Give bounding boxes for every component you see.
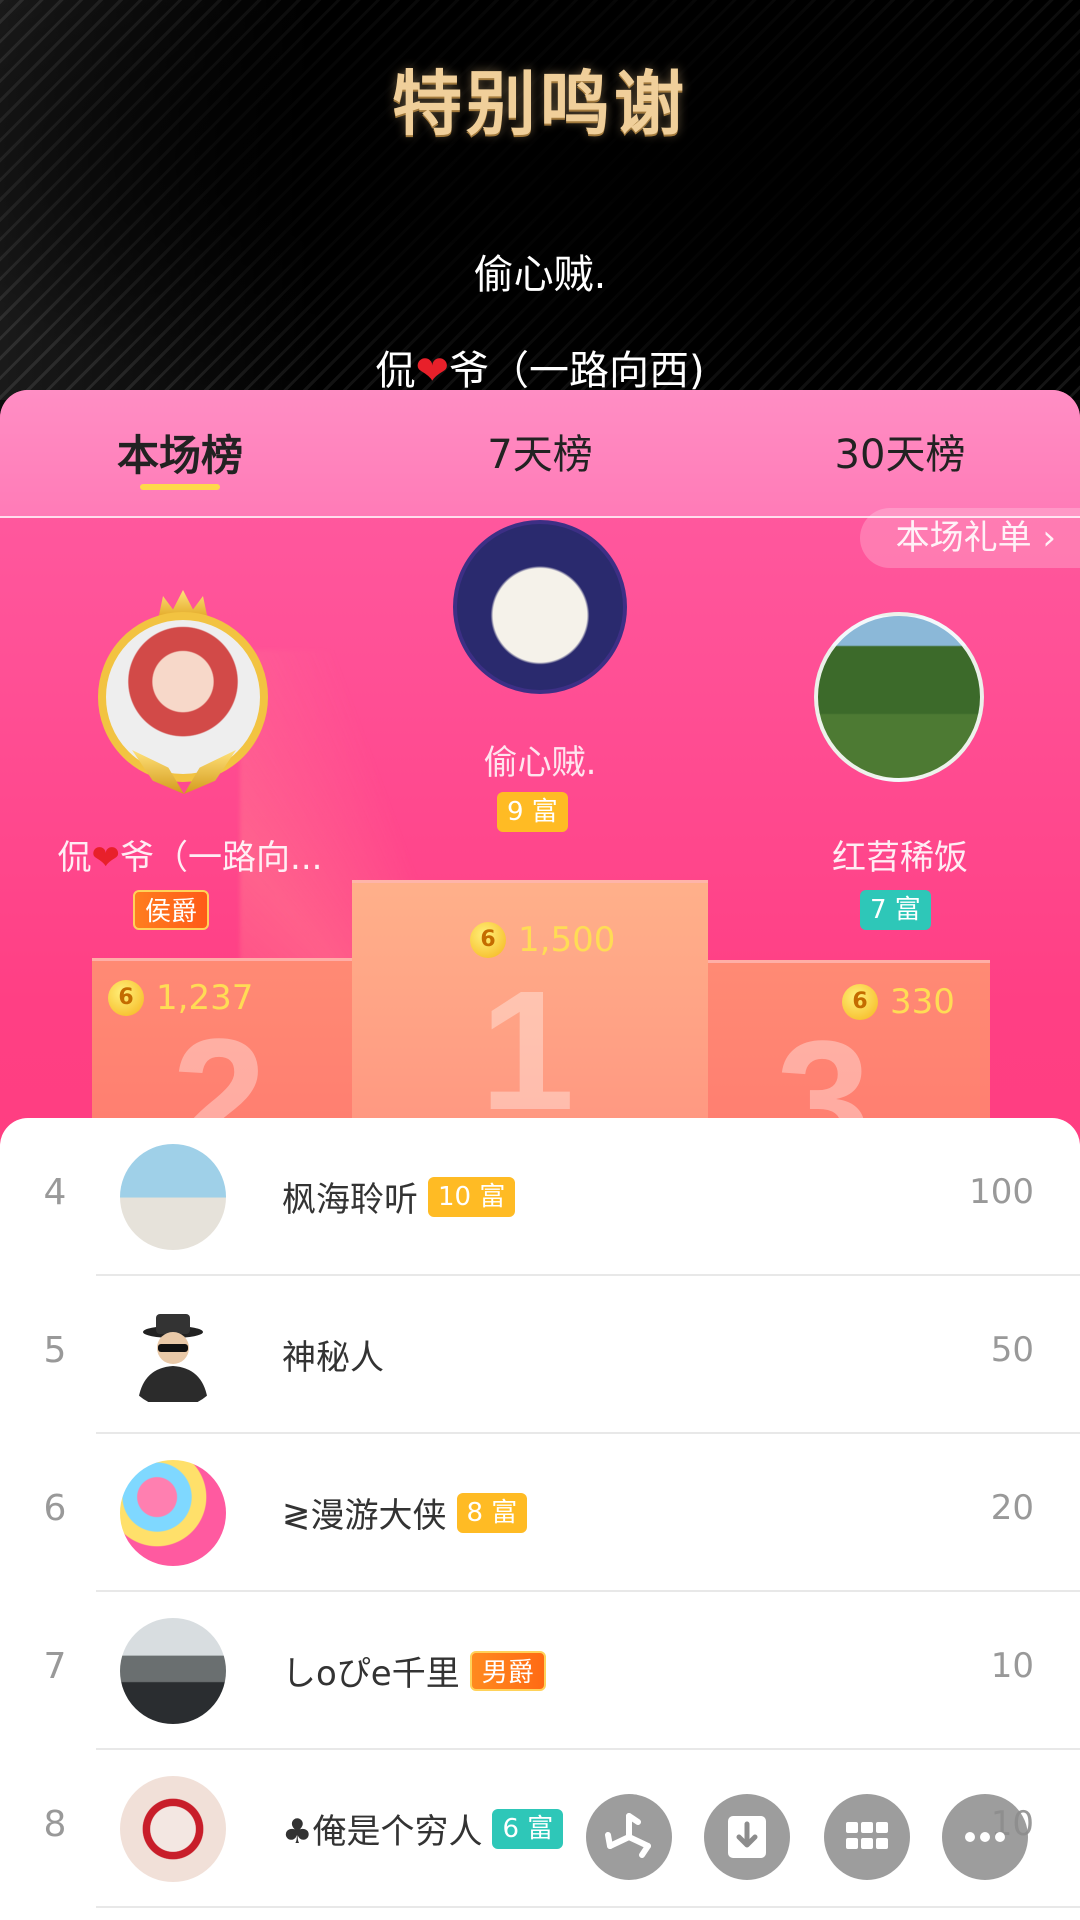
third-place-amount-value: 330	[890, 982, 955, 1022]
ranking-list: 4 枫海聆听 10 富 100 5 神秘人 50 6 ≷漫游大侠 8 富 20 7 …	[0, 1118, 1080, 1920]
banner-title: 特别鸣谢	[392, 63, 688, 145]
second-place-rank-badge: 侯爵	[133, 890, 210, 930]
list-item-rank: 5	[43, 1330, 67, 1371]
banner-thanks-line-1: 偷心贼.	[473, 252, 607, 298]
divider	[96, 1906, 1080, 1908]
list-item-name: ≷漫游大侠 8 富	[282, 1488, 528, 1537]
tab-this-session[interactable]: 本场榜	[50, 422, 310, 483]
second-place-name-suffix: 爷（一路向...	[120, 838, 323, 878]
third-place-avatar[interactable]	[814, 612, 984, 782]
heart-icon: ❤	[415, 348, 449, 394]
list-item[interactable]: 7 しoぴe千里 男爵 10	[0, 1592, 1080, 1750]
coin-icon: 6	[470, 922, 506, 958]
download-icon	[728, 1816, 766, 1858]
list-item-amount: 50	[990, 1330, 1034, 1370]
avatar[interactable]	[120, 1776, 226, 1882]
avatar[interactable]	[120, 1302, 226, 1408]
list-item-name-text: 神秘人	[282, 1338, 384, 1378]
list-item[interactable]: 5 神秘人 50	[0, 1276, 1080, 1434]
list-item[interactable]: 6 ≷漫游大侠 8 富 20	[0, 1434, 1080, 1592]
nobility-badge: 男爵	[469, 1650, 546, 1691]
list-item-name: 神秘人	[282, 1330, 384, 1379]
pinwheel-icon	[605, 1813, 651, 1858]
apps-grid-button[interactable]	[824, 1794, 910, 1880]
avatar[interactable]	[120, 1618, 226, 1724]
list-item[interactable]: 4 枫海聆听 10 富 100	[0, 1118, 1080, 1276]
list-item-name-text: ≷漫游大侠	[282, 1496, 447, 1536]
banner-line-2-suffix: 爷（一路向西)	[448, 348, 705, 394]
coin-icon: 6	[842, 984, 878, 1020]
ranking-tabs: 本场榜 7天榜 30天榜	[0, 390, 1080, 518]
wealth-badge: 6 富	[492, 1808, 564, 1849]
list-item-rank: 8	[43, 1804, 67, 1845]
list-item-rank: 7	[43, 1646, 67, 1687]
second-place-name[interactable]: 侃❤爷（一路向...	[20, 830, 360, 879]
second-place-amount-value: 1,237	[156, 978, 254, 1018]
list-item-name: ♣俺是个穷人 6 富	[282, 1804, 564, 1853]
list-item-rank: 6	[43, 1488, 67, 1529]
third-place-wealth-badge: 7 富	[860, 890, 931, 930]
list-item-amount: 10	[990, 1646, 1034, 1686]
thanks-banner: 特别鸣谢 偷心贼. 侃❤爷（一路向西)	[0, 0, 1080, 400]
mystery-person-icon	[138, 1314, 208, 1402]
banner-thanks-line-2: 侃❤爷（一路向西)	[0, 338, 1080, 396]
list-item-amount: 20	[990, 1488, 1034, 1528]
list-item-amount: 100	[969, 1172, 1034, 1212]
second-place-avatar[interactable]	[98, 612, 268, 782]
list-item-name: しoぴe千里 男爵	[282, 1646, 546, 1695]
banner-line-2-prefix: 侃	[375, 348, 416, 394]
first-place-avatar[interactable]	[453, 520, 627, 694]
share-button[interactable]	[586, 1794, 672, 1880]
coin-icon: 6	[108, 980, 144, 1016]
wealth-badge: 10 富	[428, 1176, 516, 1217]
active-tab-indicator	[140, 484, 220, 490]
download-button[interactable]	[704, 1794, 790, 1880]
first-place-name[interactable]: 偷心贼.	[390, 735, 690, 784]
second-place-amount: 6 1,237	[108, 978, 253, 1018]
list-item-rank: 4	[43, 1172, 67, 1213]
list-item-name-text: 枫海聆听	[282, 1180, 418, 1220]
more-dots-icon	[965, 1832, 1005, 1842]
wealth-badge: 8 富	[456, 1492, 528, 1533]
list-item-name-text: しoぴe千里	[282, 1654, 460, 1694]
list-item[interactable]: 8 ♣俺是个穷人6 富 10	[0, 1750, 1080, 1908]
third-place-name[interactable]: 红苕稀饭	[760, 830, 1040, 879]
grid-icon	[846, 1822, 888, 1849]
session-gift-list-link[interactable]: 本场礼单 ›	[859, 508, 1080, 568]
first-place-wealth-badge: 9 富	[497, 792, 568, 832]
heart-icon: ❤	[91, 838, 121, 878]
more-button[interactable]	[942, 1794, 1028, 1880]
avatar[interactable]	[120, 1460, 226, 1566]
avatar[interactable]	[120, 1144, 226, 1250]
tab-7-days[interactable]: 7天榜	[410, 422, 670, 480]
second-place-name-prefix: 侃	[57, 838, 92, 878]
third-place-amount: 6 330	[842, 982, 955, 1022]
tab-30-days[interactable]: 30天榜	[770, 422, 1030, 480]
first-place-amount: 6 1,500	[470, 920, 615, 960]
list-item-name: 枫海聆听 10 富	[282, 1172, 516, 1221]
list-item-name-text: ♣俺是个穷人	[282, 1812, 483, 1852]
first-place-amount-value: 1,500	[518, 920, 616, 960]
